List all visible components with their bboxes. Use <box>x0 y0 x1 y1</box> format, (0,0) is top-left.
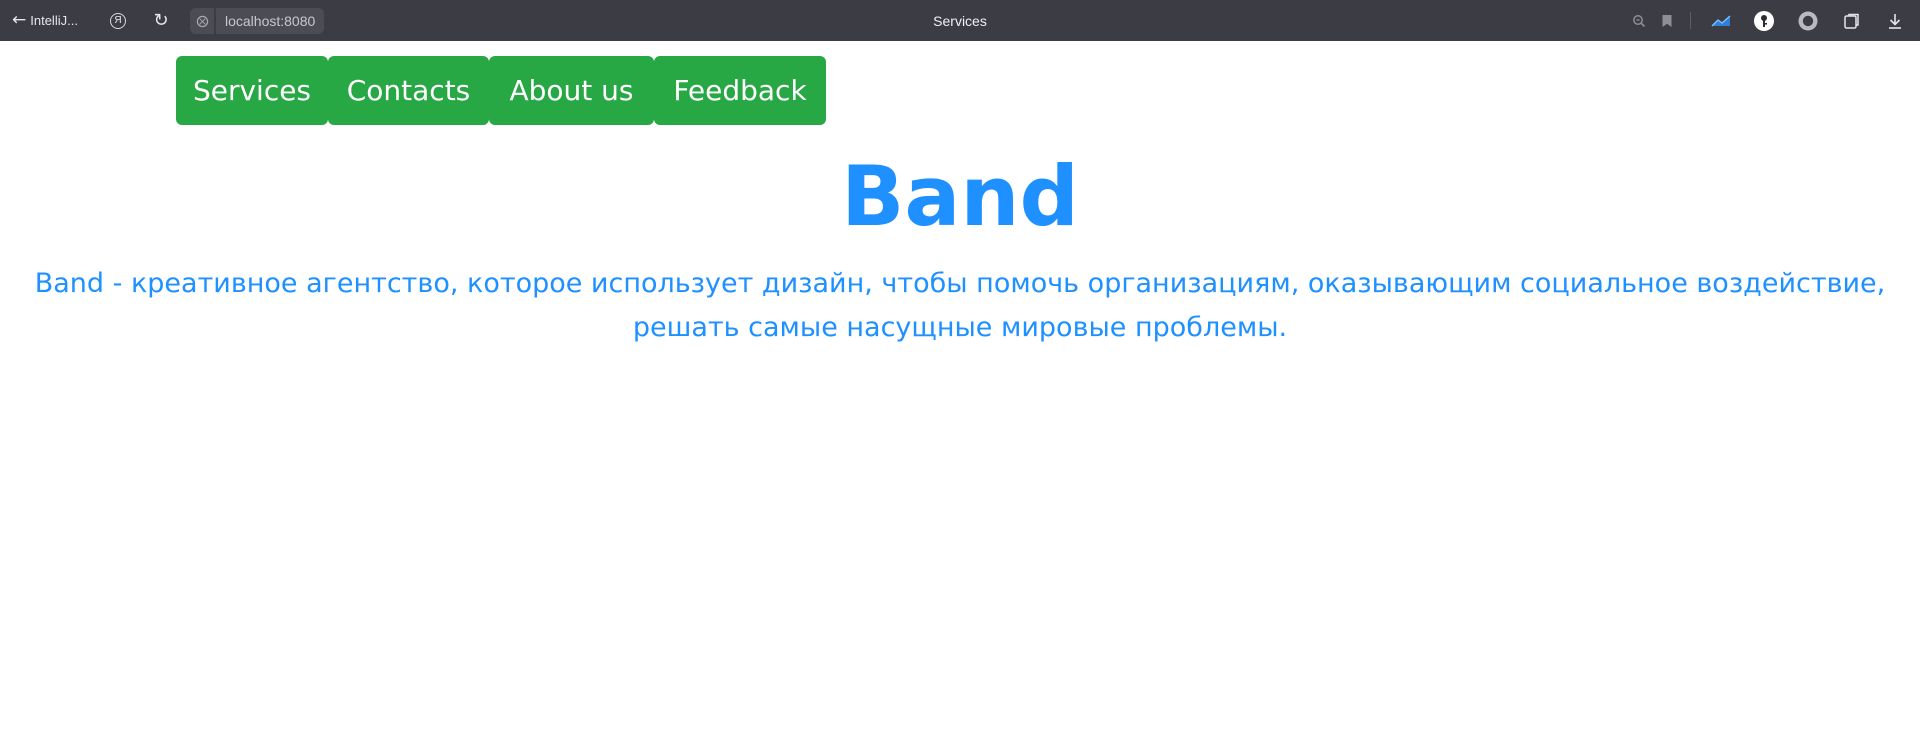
nav-about-button[interactable]: About us <box>489 56 654 125</box>
bookmark-icon[interactable] <box>1655 0 1679 41</box>
nav-feedback-button[interactable]: Feedback <box>654 56 826 125</box>
site-info-icon[interactable] <box>190 8 214 34</box>
extension-chart-icon[interactable] <box>1709 0 1733 41</box>
reload-button[interactable]: ↻ <box>150 0 172 41</box>
back-label: IntelliJ... <box>30 13 78 28</box>
page-description: Band - креативное агентство, которое исп… <box>34 268 1886 343</box>
download-icon[interactable] <box>1883 0 1907 41</box>
main-nav: Services Contacts About us Feedback <box>176 56 826 125</box>
key-extension-icon[interactable] <box>1752 0 1776 41</box>
browser-toolbar: ← IntelliJ... Я ↻ localhost:8080 Service… <box>0 0 1920 41</box>
nav-services-button[interactable]: Services <box>176 56 328 125</box>
arrow-left-icon: ← <box>12 10 27 30</box>
profile-circle-icon[interactable] <box>1796 0 1820 41</box>
toolbar-divider <box>1690 12 1691 29</box>
yandex-button[interactable]: Я <box>107 0 129 41</box>
page-title: Band <box>841 148 1079 245</box>
address-bar[interactable]: localhost:8080 <box>190 8 325 34</box>
collections-icon[interactable] <box>1840 0 1864 41</box>
reload-icon: ↻ <box>153 10 169 31</box>
yandex-icon: Я <box>110 12 126 29</box>
back-button[interactable]: ← IntelliJ... <box>12 0 78 41</box>
nav-contacts-button[interactable]: Contacts <box>328 56 489 125</box>
zoom-icon[interactable] <box>1627 0 1651 41</box>
url-text[interactable]: localhost:8080 <box>216 8 325 34</box>
